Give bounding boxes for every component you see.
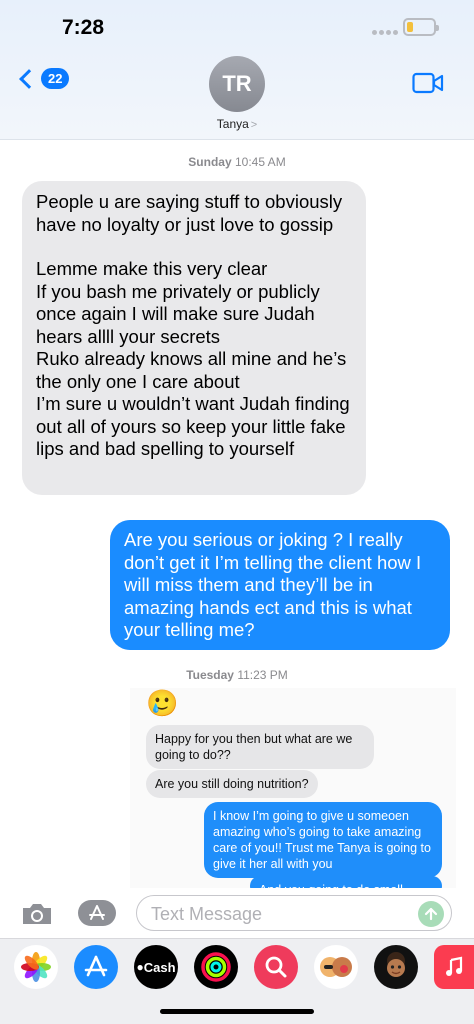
incoming-message-paragraph: Lemme make this very clear If you bash m… [36,258,350,459]
attachment-incoming-message: Happy for you then but what are we going… [146,725,374,769]
photos-icon[interactable] [14,945,58,989]
message-composer [0,888,474,938]
image-search-icon[interactable] [254,945,298,989]
chevron-right-icon: > [250,119,258,131]
timestamp-tuesday: Tuesday 11:23 PM [0,668,474,682]
back-button[interactable]: 22 [16,68,70,89]
incoming-message-paragraph: People u are saying stuff to obviously h… [36,191,343,235]
timestamp-sunday: Sunday 10:45 AM [0,155,474,169]
app-store-icon [89,905,105,920]
home-indicator[interactable] [160,1009,314,1014]
contact-name: Tanya [216,117,249,131]
attachment-outgoing-message: And you going to do small [250,876,442,888]
cash-label: Cash [143,959,176,975]
message-field[interactable] [136,895,452,931]
app-store-button[interactable] [78,900,116,926]
app-store-icon[interactable] [74,945,118,989]
signal-icon [372,30,398,35]
facetime-video-icon[interactable] [412,72,444,99]
memoji-icon[interactable] [374,945,418,989]
incoming-message-bubble[interactable]: People u are saying stuff to obviously h… [22,181,366,495]
screenshot-attachment[interactable]: 🥲 Happy for you then but what are we goi… [130,688,456,888]
message-input[interactable] [151,904,411,925]
contact-avatar[interactable]: TR [209,56,265,112]
send-button[interactable] [418,901,444,927]
apple-cash-icon[interactable]: ● Cash [134,945,178,989]
timestamp-day: Sunday [188,155,232,169]
memoji-sticker-icon[interactable] [314,945,358,989]
imessage-app-drawer: ● Cash [0,938,474,1024]
battery-icon [403,18,439,36]
outgoing-message-bubble[interactable]: Are you serious or joking ? I really don… [110,520,450,650]
music-icon[interactable] [434,945,474,989]
apple-logo-icon: ● [136,960,144,974]
attachment-incoming-message: Are you still doing nutrition? [146,770,318,798]
activity-icon[interactable] [194,945,238,989]
chevron-left-icon [19,68,39,89]
timestamp-time: 11:23 PM [237,668,288,682]
conversation-header: 7:28 22 TR Tanya > [0,0,474,140]
status-time: 7:28 [62,16,105,39]
timestamp-time: 10:45 AM [234,155,286,169]
attachment-outgoing-message: I know I’m going to give u someoen amazi… [204,802,442,878]
unread-badge: 22 [41,68,70,89]
emoji: 🥲 [146,688,179,718]
arrow-up-icon [424,907,438,921]
camera-icon[interactable] [20,902,54,931]
timestamp-day: Tuesday [186,668,234,682]
contact-name-button[interactable]: Tanya > [0,117,474,131]
